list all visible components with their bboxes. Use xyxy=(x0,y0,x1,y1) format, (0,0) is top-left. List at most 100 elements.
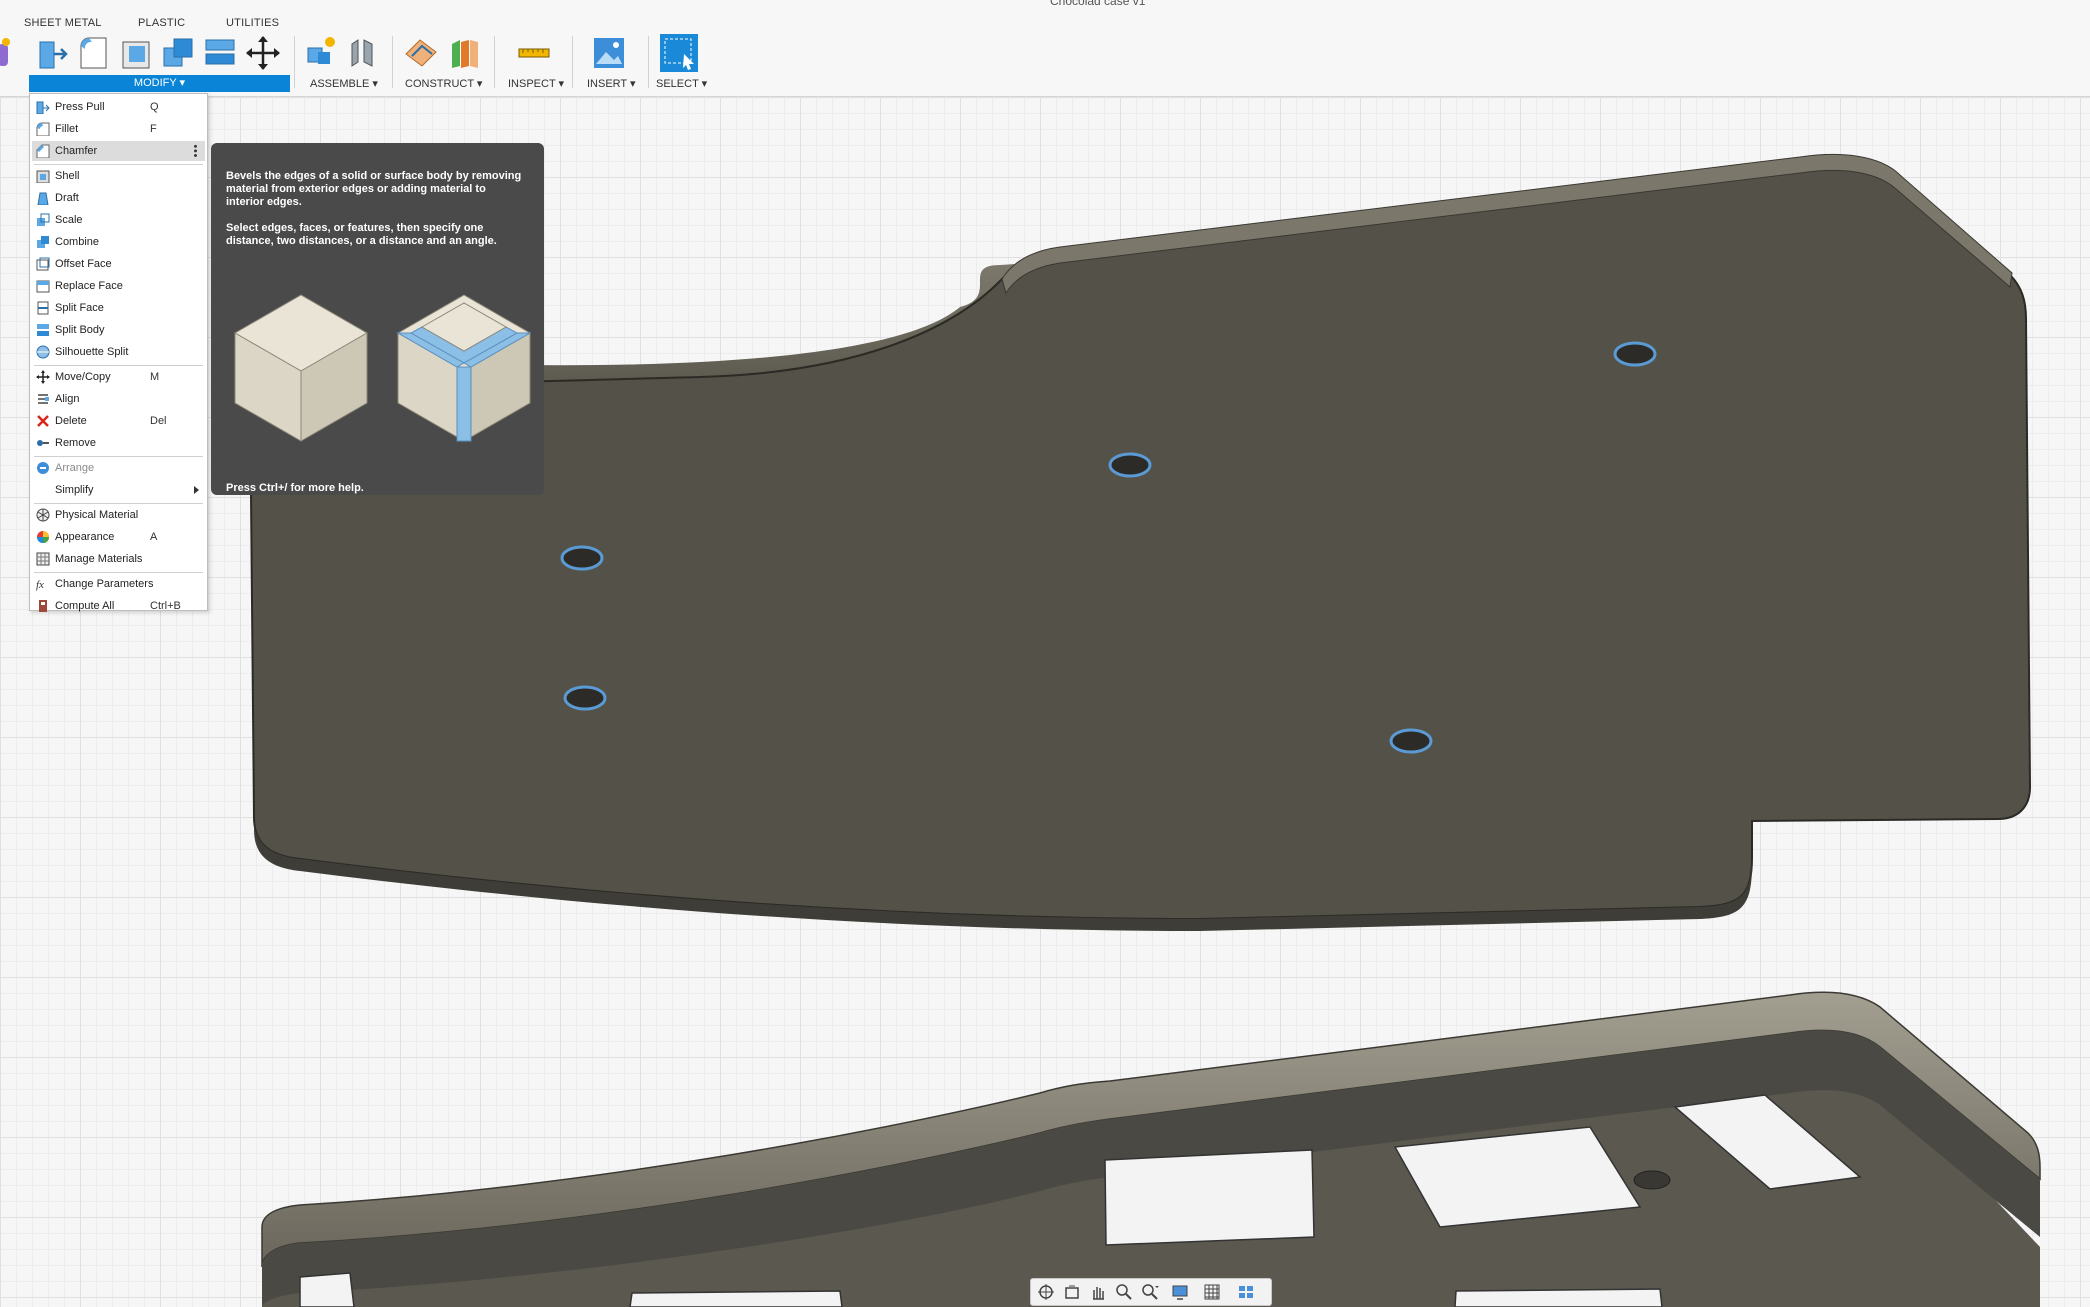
draft-icon xyxy=(37,192,49,205)
menu-item-compute-all[interactable]: Compute All Ctrl+B xyxy=(32,596,205,616)
menu-item-shell[interactable]: Shell xyxy=(32,166,205,186)
menu-item-silhouette-split[interactable]: Silhouette Split xyxy=(32,342,205,362)
menu-item-manage-materials[interactable]: Manage Materials xyxy=(32,549,205,569)
menu-item-label: Split Body xyxy=(55,324,105,336)
midplane-icon[interactable] xyxy=(446,34,484,72)
menu-item-label: Remove xyxy=(55,437,96,449)
insert-group-button[interactable]: INSERT ▾ xyxy=(587,77,636,90)
offset-plane-icon[interactable] xyxy=(402,34,440,72)
menu-item-label: Compute All xyxy=(55,600,115,612)
shell-icon[interactable] xyxy=(118,34,156,72)
scale-icon xyxy=(37,213,50,226)
menu-item-replace-face[interactable]: Replace Face xyxy=(32,276,205,296)
assemble-group-button[interactable]: ASSEMBLE ▾ xyxy=(310,77,378,90)
chamfer-illustration xyxy=(233,294,531,442)
menu-item-label: Arrange xyxy=(55,462,95,474)
document-title: Chocolad case v1 xyxy=(1050,0,1146,8)
menu-item-appearance[interactable]: Appearance A xyxy=(32,527,205,547)
menu-item-chamfer[interactable]: Chamfer xyxy=(32,141,205,161)
case-hole xyxy=(1633,1170,1671,1190)
align-icon xyxy=(38,394,49,404)
change-parameters-icon: fx xyxy=(36,579,44,591)
zoom-icon[interactable] xyxy=(1115,1283,1133,1301)
menu-item-label: Physical Material xyxy=(55,509,139,521)
hole xyxy=(1613,341,1657,367)
grid-icon[interactable] xyxy=(1203,1283,1221,1301)
menu-item-draft[interactable]: Draft xyxy=(32,188,205,208)
orbit-icon[interactable] xyxy=(1037,1283,1055,1301)
menu-item-change-parameters[interactable]: fx Change Parameters xyxy=(32,574,205,594)
press-pull-icon[interactable] xyxy=(34,34,72,72)
tooltip-description: Bevels the edges of a solid or surface b… xyxy=(226,170,522,208)
press-pull-icon xyxy=(36,101,50,114)
menu-item-split-face[interactable]: Split Face xyxy=(32,298,205,318)
physical-material-icon xyxy=(36,508,50,522)
case-cutout xyxy=(299,1272,355,1307)
separator xyxy=(572,36,573,88)
joint-icon[interactable] xyxy=(344,34,382,72)
move-copy-icon xyxy=(36,370,50,384)
new-component-icon[interactable] xyxy=(302,34,340,72)
display-settings-icon[interactable] xyxy=(1171,1283,1189,1301)
menu-item-label: Manage Materials xyxy=(55,553,143,565)
silhouette-split-icon xyxy=(36,345,50,359)
menu-item-fillet[interactable]: Fillet F xyxy=(32,119,205,139)
look-at-icon[interactable] xyxy=(1063,1283,1081,1301)
fillet-icon xyxy=(36,122,50,136)
fillet-icon[interactable] xyxy=(76,34,114,72)
menu-item-align[interactable]: Align xyxy=(32,389,205,409)
menu-separator xyxy=(34,365,203,366)
menu-separator xyxy=(34,164,203,165)
menu-item-press-pull[interactable]: Press Pull Q xyxy=(32,97,205,117)
tab-utilities[interactable]: UTILITIES xyxy=(226,17,279,29)
menu-item-scale[interactable]: Scale xyxy=(32,210,205,230)
menu-item-label: Simplify xyxy=(55,484,94,496)
menu-item-shortcut: Q xyxy=(150,101,159,113)
menu-item-label: Delete xyxy=(55,415,87,427)
menu-item-label: Shell xyxy=(55,170,80,182)
menu-item-combine[interactable]: Combine xyxy=(32,232,205,252)
menu-item-split-body[interactable]: Split Body xyxy=(32,320,205,340)
select-group-button[interactable]: SELECT ▾ xyxy=(656,77,707,90)
create-form-icon[interactable] xyxy=(0,34,22,72)
offset-face-icon xyxy=(36,257,50,271)
menu-item-label: Appearance xyxy=(55,531,115,543)
combine-icon[interactable] xyxy=(160,34,198,72)
chamfer-icon xyxy=(36,144,50,158)
more-options-icon[interactable] xyxy=(194,144,197,158)
split-body-icon xyxy=(37,324,49,336)
hole xyxy=(1389,728,1433,754)
menu-item-remove[interactable]: Remove xyxy=(32,433,205,453)
separator xyxy=(392,36,393,88)
shell-icon xyxy=(36,170,50,183)
menu-item-move-copy[interactable]: Move/Copy M xyxy=(32,367,205,387)
fit-icon[interactable] xyxy=(1141,1283,1159,1301)
pan-icon[interactable] xyxy=(1089,1283,1107,1301)
split-body-icon[interactable] xyxy=(202,34,240,72)
menu-item-label: Align xyxy=(55,393,80,405)
menu-item-label: Split Face xyxy=(55,302,104,314)
appearance-icon xyxy=(37,531,49,543)
insert-image-icon[interactable] xyxy=(590,34,628,72)
menu-item-label: Offset Face xyxy=(55,258,112,270)
select-window-icon[interactable] xyxy=(660,34,698,72)
menu-item-shortcut: F xyxy=(150,123,157,135)
tab-plastic[interactable]: PLASTIC xyxy=(138,17,185,29)
case-cutout xyxy=(1104,1149,1315,1246)
viewports-icon[interactable] xyxy=(1237,1283,1255,1301)
menu-item-delete[interactable]: Delete Del xyxy=(32,411,205,431)
move-icon[interactable] xyxy=(244,34,282,72)
modify-group-button[interactable]: MODIFY ▾ xyxy=(29,75,290,92)
menu-item-label: Silhouette Split xyxy=(55,346,129,358)
case-frame[interactable] xyxy=(261,991,2041,1307)
menu-item-shortcut: A xyxy=(150,531,158,543)
inspect-group-button[interactable]: INSPECT ▾ xyxy=(508,77,564,90)
menu-item-simplify[interactable]: Simplify xyxy=(32,480,205,500)
measure-icon[interactable] xyxy=(515,34,553,72)
tab-sheet-metal[interactable]: SHEET METAL xyxy=(24,17,102,29)
menu-item-physical-material[interactable]: Physical Material xyxy=(32,505,205,525)
menu-item-offset-face[interactable]: Offset Face xyxy=(32,254,205,274)
menu-item-shortcut: Ctrl+B xyxy=(150,600,181,612)
navigation-bar xyxy=(1030,1278,1272,1306)
construct-group-button[interactable]: CONSTRUCT ▾ xyxy=(405,77,482,90)
